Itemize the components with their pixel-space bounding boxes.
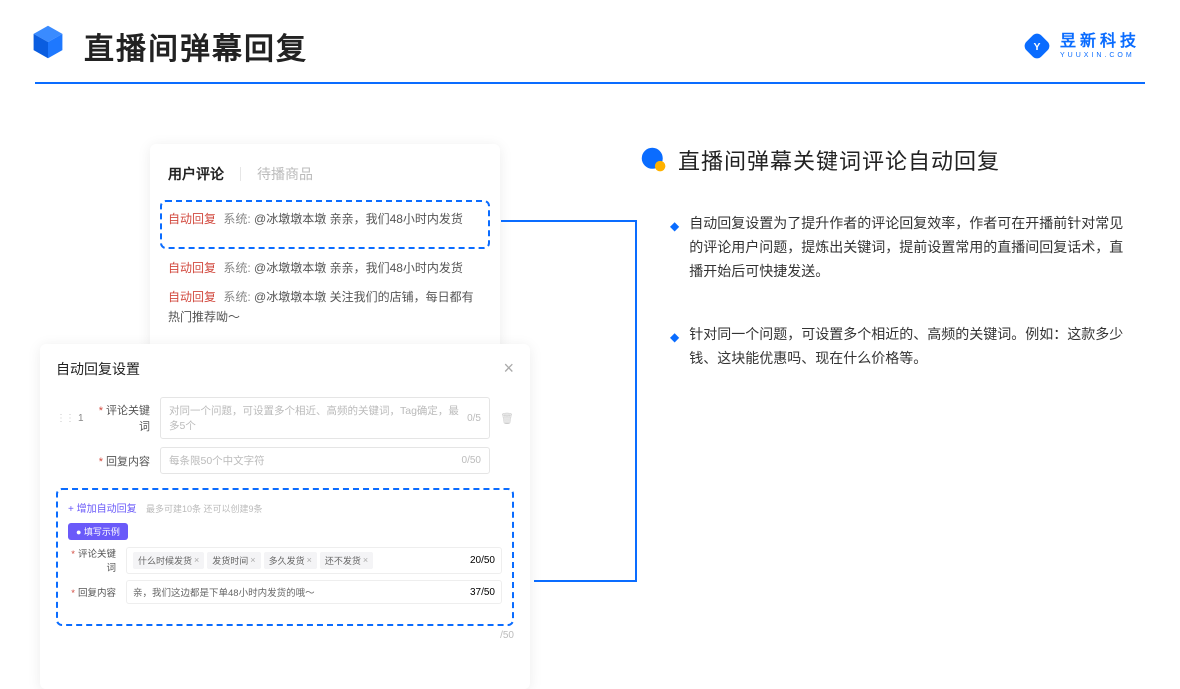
bullet-item: ◆ 自动回复设置为了提升作者的评论回复效率，作者可在开播前针对常见的评论用户问题… [640,212,1140,283]
page-title: 直播间弹幕回复 [84,24,308,68]
auto-reply-settings-card: 自动回复设置 × ⋮⋮1 *评论关键词 对同一个问题，可设置多个相近、高频的关键… [40,344,530,689]
keyword-input[interactable]: 对同一个问题，可设置多个相近、高频的关键词，Tag确定，最多5个 0/5 [160,397,490,439]
add-link-sub: 最多可建10条 还可以创建9条 [146,504,263,514]
comment-tabs: 用户评论 待播商品 [168,164,482,184]
trash-icon[interactable]: 🗑 [500,412,514,425]
drag-handle-icon[interactable]: ⋮⋮ [56,413,74,424]
example-pill: ● 填写示例 [68,523,128,540]
comment-text: @冰墩墩本墩 亲亲，我们48小时内发货 [254,212,463,226]
system-label: 系统: [223,261,250,275]
content-placeholder: 每条限50个中文字符 [169,453,265,468]
connector-line [534,580,637,582]
keyword-placeholder: 对同一个问题，可设置多个相近、高频的关键词，Tag确定，最多5个 [169,403,467,433]
comment-item: 自动回复 系统: @冰墩墩本墩 关注我们的店铺，每日都有热门推荐呦～ [168,288,482,326]
outer-count: /50 [500,630,514,641]
comment-text: @冰墩墩本墩 亲亲，我们48小时内发货 [254,261,463,275]
section-title: 直播间弹幕关键词评论自动回复 [678,144,1000,176]
add-auto-reply-link[interactable]: + 增加自动回复 [68,500,137,515]
tab-pending-products[interactable]: 待播商品 [257,164,313,184]
ex-content-label: 回复内容 [78,588,116,599]
diamond-icon: ◆ [670,216,679,283]
highlighted-comment: 自动回复 系统: @冰墩墩本墩 亲亲，我们48小时内发货 [160,200,490,249]
comment-item: 自动回复 系统: @冰墩墩本墩 亲亲，我们48小时内发货 [168,259,482,278]
cube-icon [30,24,66,60]
content-count: 0/50 [462,455,481,466]
chat-bubble-icon [640,146,668,174]
example-content-row: *回复内容 亲，我们这边都是下单48小时内发货的哦～ 37/50 [68,580,502,604]
brand-logo: Y 昱新科技 YUUXIN.COM [1022,31,1140,61]
tag-chip[interactable]: 什么时候发货× [133,552,204,569]
bullet-text: 针对同一个问题，可设置多个相近的、高频的关键词。例如：这款多少钱、这块能优惠吗、… [689,323,1129,371]
example-section: + 增加自动回复 最多可建10条 还可以创建9条 ● 填写示例 *评论关键词 什… [56,488,514,626]
tag-chips: 什么时候发货×发货时间×多久发货×还不发货× [133,552,376,569]
right-column: 直播间弹幕关键词评论自动回复 ◆ 自动回复设置为了提升作者的评论回复效率，作者可… [530,144,1140,411]
settings-title: 自动回复设置 [56,359,140,379]
system-label: 系统: [223,212,250,226]
auto-reply-tag: 自动回复 [168,261,216,275]
system-label: 系统: [223,290,250,304]
left-column: 用户评论 待播商品 自动回复 系统: @冰墩墩本墩 亲亲，我们48小时内发货 自… [40,144,530,411]
tag-chip[interactable]: 多久发货× [264,552,317,569]
keyword-row: ⋮⋮1 *评论关键词 对同一个问题，可设置多个相近、高频的关键词，Tag确定，最… [56,397,514,439]
example-keyword-box[interactable]: 什么时候发货×发货时间×多久发货×还不发货× 20/50 [126,547,502,574]
auto-reply-tag: 自动回复 [168,290,216,304]
ex-content-count: 37/50 [470,587,495,598]
content-input[interactable]: 每条限50个中文字符 0/50 [160,447,490,474]
close-icon[interactable]: × [503,358,514,379]
content-label: 回复内容 [106,456,150,468]
keyword-label: 评论关键词 [106,405,150,433]
ex-keyword-label: 评论关键词 [78,549,116,574]
keyword-count: 0/5 [467,413,481,424]
svg-text:Y: Y [1033,41,1040,53]
bullet-text: 自动回复设置为了提升作者的评论回复效率，作者可在开播前针对常见的评论用户问题，提… [689,212,1129,283]
brand-sub: YUUXIN.COM [1060,52,1140,59]
tab-user-comments[interactable]: 用户评论 [168,164,224,184]
ex-kw-count: 20/50 [470,555,495,566]
brand-name: 昱新科技 [1060,34,1140,50]
section-head: 直播间弹幕关键词评论自动回复 [640,144,1140,176]
brand-icon: Y [1022,31,1052,61]
bullet-item: ◆ 针对同一个问题，可设置多个相近的、高频的关键词。例如：这款多少钱、这块能优惠… [640,323,1140,371]
ex-content-text: 亲，我们这边都是下单48小时内发货的哦～ [133,585,315,599]
auto-reply-tag: 自动回复 [168,212,216,226]
tab-separator [240,167,241,181]
diamond-icon: ◆ [670,327,679,371]
page-header: 直播间弹幕回复 Y 昱新科技 YUUXIN.COM [0,0,1180,68]
tag-chip[interactable]: 还不发货× [320,552,373,569]
tag-chip[interactable]: 发货时间× [207,552,260,569]
example-content-box[interactable]: 亲，我们这边都是下单48小时内发货的哦～ 37/50 [126,580,502,604]
content-row: *回复内容 每条限50个中文字符 0/50 [56,447,514,474]
row-number: 1 [78,413,84,424]
example-keyword-row: *评论关键词 什么时候发货×发货时间×多久发货×还不发货× 20/50 [68,546,502,574]
